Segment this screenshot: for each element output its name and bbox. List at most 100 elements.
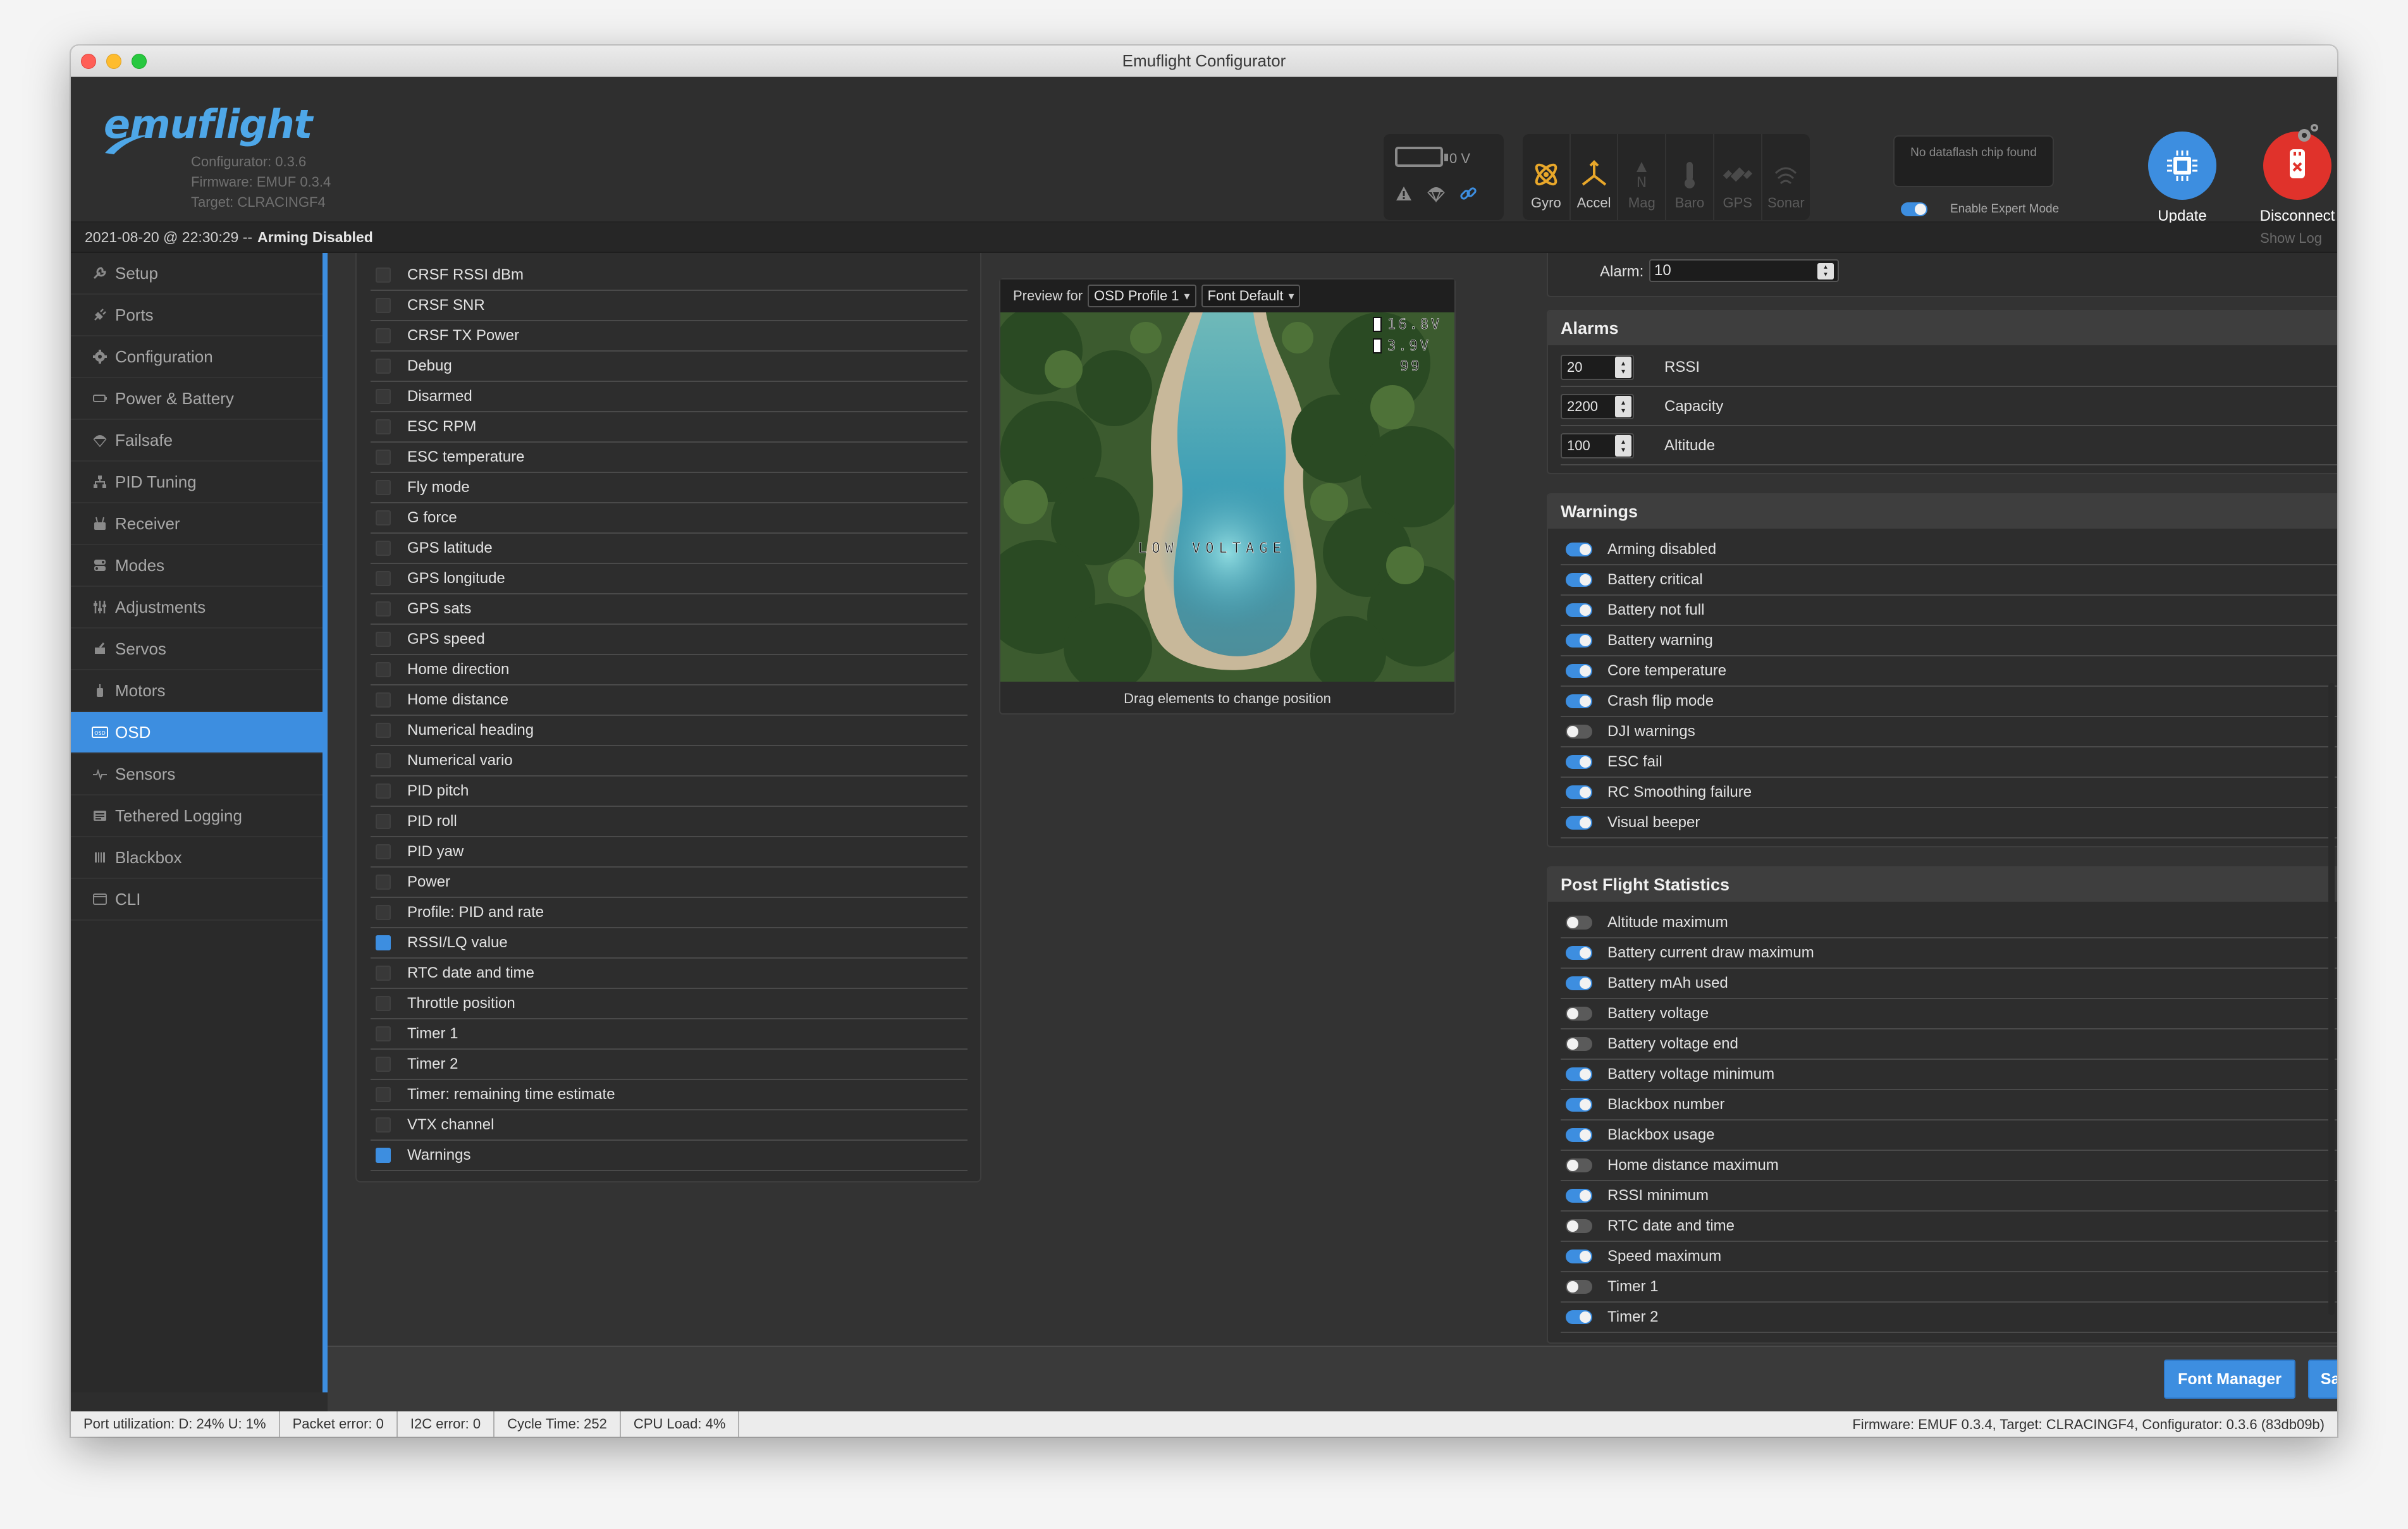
stats-toggle-switch[interactable] xyxy=(1566,1067,1592,1081)
sidebar-item-pid-tuning[interactable]: PID Tuning xyxy=(71,462,322,503)
sidebar-item-configuration[interactable]: Configuration xyxy=(71,336,322,378)
osd-element-checkbox[interactable] xyxy=(376,814,391,829)
osd-element-checkbox[interactable] xyxy=(376,541,391,556)
mag-icon: N xyxy=(1637,162,1647,190)
disconnect-button[interactable]: Disconnect xyxy=(2244,132,2337,226)
settings-gear-icon[interactable] xyxy=(2294,123,2319,144)
warnings-toggle-switch[interactable] xyxy=(1566,785,1592,799)
osd-element-row: ESC temperature xyxy=(371,443,968,473)
alarm-value-stepper[interactable]: 20 ▴ ▾ xyxy=(1561,355,1634,380)
spinner-arrows-icon[interactable]: ▴ ▾ xyxy=(1817,263,1834,279)
osd-element-checkbox[interactable] xyxy=(376,1148,391,1163)
osd-element-checkbox[interactable] xyxy=(376,389,391,404)
sidebar-item-motors[interactable]: Motors xyxy=(71,670,322,712)
osd-profile-select[interactable]: OSD Profile 1 ▾ xyxy=(1088,285,1196,307)
scrollbar[interactable] xyxy=(2328,683,2335,1315)
stats-toggle-switch[interactable] xyxy=(1566,1098,1592,1112)
warnings-toggle-switch[interactable] xyxy=(1566,573,1592,587)
warnings-toggle-switch[interactable] xyxy=(1566,694,1592,708)
warnings-toggle-switch[interactable] xyxy=(1566,664,1592,678)
expert-mode-toggle[interactable]: Enable Expert Mode xyxy=(1896,202,2059,216)
stats-toggle-switch[interactable] xyxy=(1566,1250,1592,1263)
sidebar-item-servos[interactable]: Servos xyxy=(71,629,322,670)
osd-element-checkbox[interactable] xyxy=(376,632,391,647)
warnings-toggle-switch[interactable] xyxy=(1566,725,1592,739)
osd-element-checkbox[interactable] xyxy=(376,905,391,920)
stats-toggle-switch[interactable] xyxy=(1566,1219,1592,1233)
osd-element-checkbox[interactable] xyxy=(376,1026,391,1041)
expert-mode-switch[interactable] xyxy=(1901,202,1927,216)
osd-cell-voltage[interactable]: 3.9V xyxy=(1387,338,1431,355)
sidebar-item-adjustments[interactable]: Adjustments xyxy=(71,587,322,629)
stats-toggle-switch[interactable] xyxy=(1566,1128,1592,1142)
osd-element-checkbox[interactable] xyxy=(376,328,391,343)
osd-element-checkbox[interactable] xyxy=(376,601,391,617)
stats-toggle-switch[interactable] xyxy=(1566,1037,1592,1051)
osd-element-checkbox[interactable] xyxy=(376,753,391,768)
spinner-arrows-icon[interactable]: ▴ ▾ xyxy=(1615,396,1631,417)
warnings-toggle-switch[interactable] xyxy=(1566,755,1592,769)
osd-element-checkbox[interactable] xyxy=(376,844,391,859)
osd-element-label: Timer 2 xyxy=(407,1055,458,1072)
sidebar-item-setup[interactable]: Setup xyxy=(71,253,322,295)
alarm-value-stepper[interactable]: 2200 ▴ ▾ xyxy=(1561,394,1634,419)
warnings-toggle-switch[interactable] xyxy=(1566,634,1592,648)
stats-toggle-switch[interactable] xyxy=(1566,1189,1592,1203)
alarm-input[interactable]: 10 ▴ ▾ xyxy=(1649,259,1839,282)
close-window-button[interactable] xyxy=(81,54,96,69)
sidebar-item-failsafe[interactable]: Failsafe xyxy=(71,420,322,462)
osd-element-checkbox[interactable] xyxy=(376,419,391,434)
osd-element-row: VTX channel xyxy=(371,1110,968,1141)
sidebar-item-tethered-logging[interactable]: Tethered Logging xyxy=(71,795,322,837)
sidebar-item-osd[interactable]: OSD OSD xyxy=(71,712,322,754)
save-button[interactable]: Save xyxy=(2308,1360,2337,1399)
osd-element-checkbox[interactable] xyxy=(376,480,391,495)
osd-element-checkbox[interactable] xyxy=(376,359,391,374)
stats-toggle-switch[interactable] xyxy=(1566,1310,1592,1324)
osd-element-checkbox[interactable] xyxy=(376,298,391,313)
sidebar-item-modes[interactable]: Modes xyxy=(71,545,322,587)
osd-warning-text[interactable]: LOW VOLTAGE xyxy=(1138,541,1286,557)
osd-element-checkbox[interactable] xyxy=(376,1087,391,1102)
font-select[interactable]: Font Default ▾ xyxy=(1201,285,1301,307)
stats-toggle-switch[interactable] xyxy=(1566,946,1592,960)
osd-element-checkbox[interactable] xyxy=(376,450,391,465)
warnings-toggle-switch[interactable] xyxy=(1566,603,1592,617)
osd-element-checkbox[interactable] xyxy=(376,996,391,1011)
stats-toggle-switch[interactable] xyxy=(1566,1158,1592,1172)
osd-element-checkbox[interactable] xyxy=(376,692,391,708)
sidebar-item-blackbox[interactable]: Blackbox xyxy=(71,837,322,879)
osd-element-checkbox[interactable] xyxy=(376,783,391,799)
spinner-arrows-icon[interactable]: ▴ ▾ xyxy=(1615,357,1631,378)
osd-element-checkbox[interactable] xyxy=(376,510,391,525)
osd-element-checkbox[interactable] xyxy=(376,935,391,950)
sidebar-item-sensors[interactable]: Sensors xyxy=(71,754,322,795)
sidebar-item-receiver[interactable]: Receiver xyxy=(71,503,322,545)
maximize-window-button[interactable] xyxy=(132,54,147,69)
sidebar-item-cli[interactable]: CLI xyxy=(71,879,322,921)
stats-toggle-switch[interactable] xyxy=(1566,1007,1592,1021)
stats-toggle-switch[interactable] xyxy=(1566,976,1592,990)
osd-preview-canvas[interactable]: LOW VOLTAGE 16.8V 3.9V 99 xyxy=(1000,312,1454,682)
osd-rssi-value[interactable]: 99 xyxy=(1400,359,1422,375)
osd-element-checkbox[interactable] xyxy=(376,571,391,586)
osd-element-checkbox[interactable] xyxy=(376,1057,391,1072)
osd-battery-voltage[interactable]: 16.8V xyxy=(1387,317,1442,333)
show-log-link[interactable]: Show Log xyxy=(2260,230,2322,247)
warnings-toggle-switch[interactable] xyxy=(1566,816,1592,830)
stats-toggle-switch[interactable] xyxy=(1566,916,1592,930)
sidebar-item-power-battery[interactable]: Power & Battery xyxy=(71,378,322,420)
osd-element-checkbox[interactable] xyxy=(376,875,391,890)
alarm-value-stepper[interactable]: 100 ▴ ▾ xyxy=(1561,433,1634,458)
sidebar-item-ports[interactable]: Ports xyxy=(71,295,322,336)
osd-element-checkbox[interactable] xyxy=(376,267,391,283)
spinner-arrows-icon[interactable]: ▴ ▾ xyxy=(1615,435,1631,457)
osd-element-checkbox[interactable] xyxy=(376,1117,391,1133)
font-manager-button[interactable]: Font Manager xyxy=(2164,1360,2295,1399)
stats-toggle-switch[interactable] xyxy=(1566,1280,1592,1294)
minimize-window-button[interactable] xyxy=(106,54,121,69)
osd-element-checkbox[interactable] xyxy=(376,966,391,981)
osd-element-checkbox[interactable] xyxy=(376,723,391,738)
warnings-toggle-switch[interactable] xyxy=(1566,543,1592,556)
osd-element-checkbox[interactable] xyxy=(376,662,391,677)
